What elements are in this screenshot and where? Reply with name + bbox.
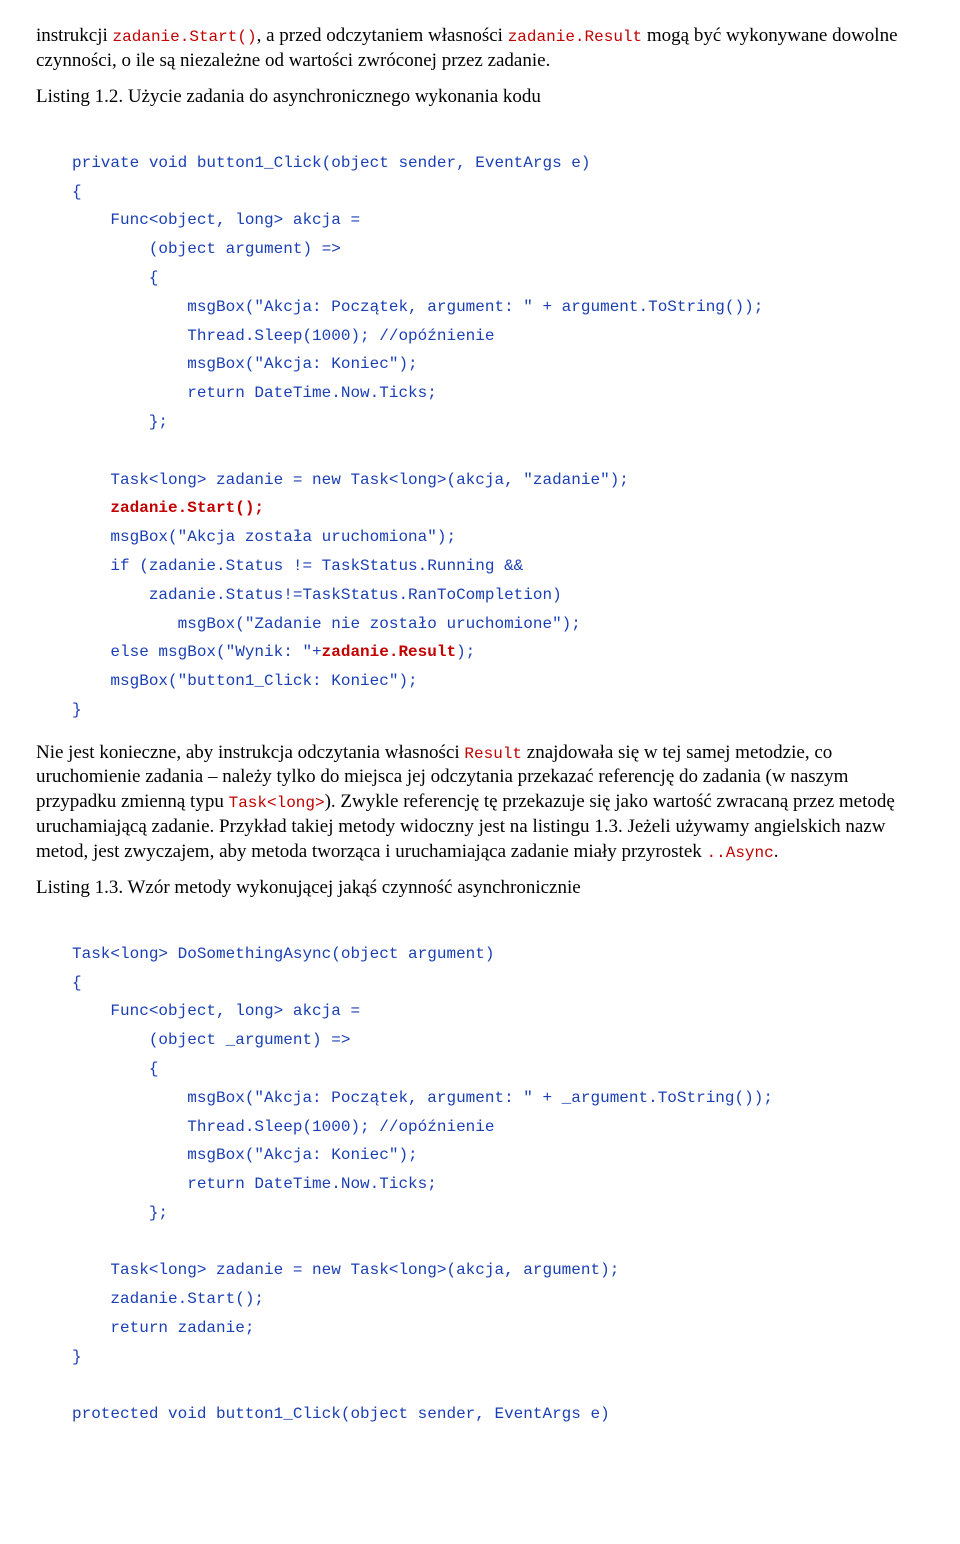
code-line: return DateTime.Now.Ticks; (72, 384, 437, 402)
code-line: return zadanie; (72, 1319, 254, 1337)
code-line: msgBox("Akcja: Koniec"); (72, 1146, 418, 1164)
code-line: return DateTime.Now.Ticks; (72, 1175, 437, 1193)
code-inline: Task<long> (229, 794, 325, 812)
code-line: } (72, 701, 82, 719)
code-line: msgBox("Akcja została uruchomiona"); (72, 528, 456, 546)
code-line: zadanie.Status!=TaskStatus.RanToCompleti… (72, 586, 562, 604)
paragraph-explanation: Nie jest konieczne, aby instrukcja odczy… (36, 741, 924, 864)
code-line: Task<long> zadanie = new Task<long>(akcj… (72, 471, 629, 489)
code-block-listing-1-2: private void button1_Click(object sender… (72, 120, 924, 725)
code-inline: zadanie.Result (508, 28, 642, 46)
code-line: Thread.Sleep(1000); //opóźnienie (72, 327, 494, 345)
code-line: { (72, 269, 158, 287)
code-line: (object argument) => (72, 240, 341, 258)
code-line: if (zadanie.Status != TaskStatus.Running… (72, 557, 523, 575)
listing-label-1-3: Listing 1.3. Wzór metody wykonującej jak… (36, 876, 924, 901)
code-highlight: zadanie.Result (322, 643, 456, 661)
code-line: msgBox("Akcja: Początek, argument: " + a… (72, 298, 763, 316)
code-line: { (72, 1060, 158, 1078)
code-block-listing-1-3: Task<long> DoSomethingAsync(object argum… (72, 911, 924, 1429)
code-line: { (72, 183, 82, 201)
code-inline: ..Async (707, 844, 774, 862)
code-line: (object _argument) => (72, 1031, 350, 1049)
code-line: } (72, 1348, 82, 1366)
code-line: msgBox("Zadanie nie zostało uruchomione"… (72, 615, 581, 633)
text: , a przed odczytaniem własności (257, 25, 508, 46)
text: instrukcji (36, 25, 113, 46)
code-line: private void button1_Click(object sender… (72, 154, 590, 172)
text: . (774, 841, 779, 862)
code-line: Func<object, long> akcja = (72, 1002, 360, 1020)
listing-label-1-2: Listing 1.2. Użycie zadania do asynchron… (36, 85, 924, 110)
code-highlight: zadanie.Start(); (110, 499, 264, 517)
code-inline: Result (464, 745, 522, 763)
code-line: { (72, 974, 82, 992)
code-line: Task<long> zadanie = new Task<long>(akcj… (72, 1261, 619, 1279)
code-line: Task<long> DoSomethingAsync(object argum… (72, 945, 494, 963)
code-line: msgBox("Akcja: Początek, argument: " + _… (72, 1089, 773, 1107)
code-line: Thread.Sleep(1000); //opóźnienie (72, 1118, 494, 1136)
code-inline: zadanie.Start() (113, 28, 257, 46)
code-line: zadanie.Start(); (72, 499, 264, 517)
text: Nie jest konieczne, aby instrukcja odczy… (36, 742, 464, 763)
code-line: Func<object, long> akcja = (72, 211, 360, 229)
code-line: zadanie.Start(); (72, 1290, 264, 1308)
paragraph-intro: instrukcji zadanie.Start(), a przed odcz… (36, 24, 924, 73)
code-line: }; (72, 413, 168, 431)
code-line: msgBox("Akcja: Koniec"); (72, 355, 418, 373)
code-line: else msgBox("Wynik: "+zadanie.Result); (72, 643, 475, 661)
code-line: msgBox("button1_Click: Koniec"); (72, 672, 418, 690)
code-line: }; (72, 1204, 168, 1222)
code-line: protected void button1_Click(object send… (72, 1405, 610, 1423)
